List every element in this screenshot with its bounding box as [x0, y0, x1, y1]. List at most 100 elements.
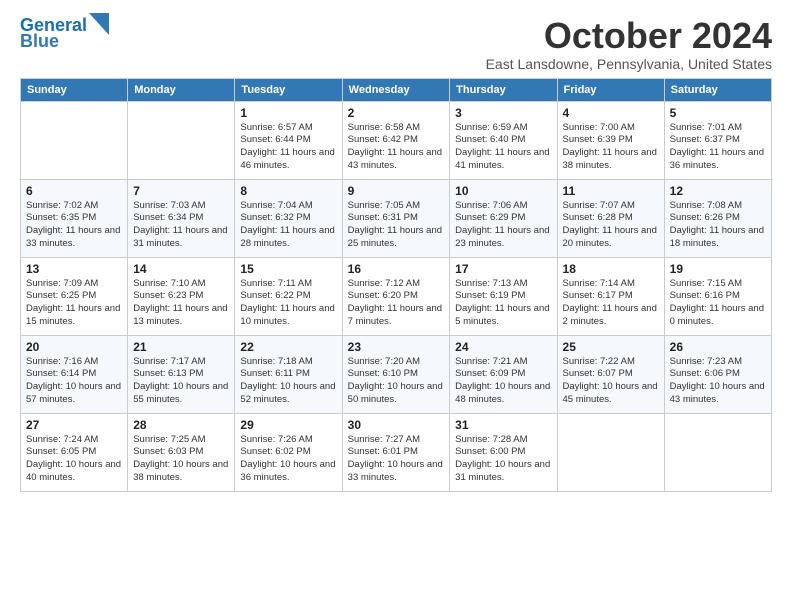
day-number: 30 [348, 418, 445, 432]
calendar-cell: 13Sunrise: 7:09 AMSunset: 6:25 PMDayligh… [21, 257, 128, 335]
day-number: 1 [240, 106, 336, 120]
header: General Blue October 2024 East Lansdowne… [20, 16, 772, 72]
day-info: Sunrise: 7:26 AMSunset: 6:02 PMDaylight:… [240, 434, 336, 485]
day-number: 4 [563, 106, 659, 120]
day-info: Sunrise: 7:25 AMSunset: 6:03 PMDaylight:… [133, 434, 229, 485]
day-number: 6 [26, 184, 122, 198]
calendar-cell: 30 Sunrise: 7:27 AMSunset: 6:01 PMDayligh… [342, 413, 450, 491]
header-thursday: Thursday [450, 78, 557, 101]
logo-blue: Blue [20, 32, 59, 52]
calendar-cell: 17 Sunrise: 7:13 AMSunset: 6:19 PMDayligh… [450, 257, 557, 335]
calendar-cell: 5 Sunrise: 7:01 AMSunset: 6:37 PMDaylight… [664, 101, 771, 179]
day-info: Sunrise: 7:16 AMSunset: 6:14 PMDaylight:… [26, 356, 122, 407]
day-info: Sunrise: 7:12 AMSunset: 6:20 PMDaylight:… [348, 278, 445, 329]
calendar-cell: 4Sunrise: 7:00 AMSunset: 6:39 PMDaylight… [557, 101, 664, 179]
calendar-header-row: Sunday Monday Tuesday Wednesday Thursday… [21, 78, 772, 101]
calendar-week-4: 27Sunrise: 7:24 AMSunset: 6:05 PMDayligh… [21, 413, 772, 491]
day-number: 18 [563, 262, 659, 276]
day-info: Sunrise: 7:03 AMSunset: 6:34 PMDaylight:… [133, 200, 229, 251]
header-monday: Monday [128, 78, 235, 101]
calendar-cell: 16 Sunrise: 7:12 AMSunset: 6:20 PMDayligh… [342, 257, 450, 335]
header-friday: Friday [557, 78, 664, 101]
calendar-cell: 20 Sunrise: 7:16 AMSunset: 6:14 PMDayligh… [21, 335, 128, 413]
day-info: Sunrise: 7:23 AMSunset: 6:06 PMDaylight:… [670, 356, 766, 407]
calendar-cell: 6 Sunrise: 7:02 AMSunset: 6:35 PMDaylight… [21, 179, 128, 257]
calendar-cell: 21 Sunrise: 7:17 AMSunset: 6:13 PMDayligh… [128, 335, 235, 413]
day-number: 9 [348, 184, 445, 198]
day-info: Sunrise: 7:17 AMSunset: 6:13 PMDaylight:… [133, 356, 229, 407]
day-number: 16 [348, 262, 445, 276]
day-number: 8 [240, 184, 336, 198]
day-number: 19 [670, 262, 766, 276]
calendar-week-2: 13Sunrise: 7:09 AMSunset: 6:25 PMDayligh… [21, 257, 772, 335]
logo: General Blue [20, 16, 109, 52]
day-info: Sunrise: 7:10 AMSunset: 6:23 PMDaylight:… [133, 278, 229, 329]
calendar-week-1: 6 Sunrise: 7:02 AMSunset: 6:35 PMDaylight… [21, 179, 772, 257]
day-number: 7 [133, 184, 229, 198]
day-info: Sunrise: 7:01 AMSunset: 6:37 PMDaylight:… [670, 122, 766, 173]
calendar-cell [557, 413, 664, 491]
calendar-cell: 1 Sunrise: 6:57 AMSunset: 6:44 PMDaylight… [235, 101, 342, 179]
day-info: Sunrise: 7:15 AMSunset: 6:16 PMDaylight:… [670, 278, 766, 329]
day-info: Sunrise: 7:06 AMSunset: 6:29 PMDaylight:… [455, 200, 551, 251]
day-info: Sunrise: 7:05 AMSunset: 6:31 PMDaylight:… [348, 200, 445, 251]
day-number: 21 [133, 340, 229, 354]
day-info: Sunrise: 7:21 AMSunset: 6:09 PMDaylight:… [455, 356, 551, 407]
day-info: Sunrise: 7:11 AMSunset: 6:22 PMDaylight:… [240, 278, 336, 329]
calendar-cell: 11Sunrise: 7:07 AMSunset: 6:28 PMDayligh… [557, 179, 664, 257]
day-number: 12 [670, 184, 766, 198]
calendar-cell: 25 Sunrise: 7:22 AMSunset: 6:07 PMDayligh… [557, 335, 664, 413]
day-number: 20 [26, 340, 122, 354]
calendar-cell: 9 Sunrise: 7:05 AMSunset: 6:31 PMDaylight… [342, 179, 450, 257]
calendar-cell: 24 Sunrise: 7:21 AMSunset: 6:09 PMDayligh… [450, 335, 557, 413]
day-number: 15 [240, 262, 336, 276]
day-info: Sunrise: 7:04 AMSunset: 6:32 PMDaylight:… [240, 200, 336, 251]
calendar-cell: 29 Sunrise: 7:26 AMSunset: 6:02 PMDayligh… [235, 413, 342, 491]
month-title: October 2024 [486, 16, 772, 56]
calendar-cell: 8 Sunrise: 7:04 AMSunset: 6:32 PMDaylight… [235, 179, 342, 257]
day-number: 3 [455, 106, 551, 120]
day-number: 10 [455, 184, 551, 198]
calendar-cell: 23 Sunrise: 7:20 AMSunset: 6:10 PMDayligh… [342, 335, 450, 413]
day-number: 25 [563, 340, 659, 354]
day-info: Sunrise: 7:20 AMSunset: 6:10 PMDaylight:… [348, 356, 445, 407]
day-number: 23 [348, 340, 445, 354]
calendar-cell [21, 101, 128, 179]
day-info: Sunrise: 7:27 AMSunset: 6:01 PMDaylight:… [348, 434, 445, 485]
day-number: 28 [133, 418, 229, 432]
calendar-cell [664, 413, 771, 491]
day-number: 29 [240, 418, 336, 432]
day-info: Sunrise: 6:58 AMSunset: 6:42 PMDaylight:… [348, 122, 445, 173]
location-title: East Lansdowne, Pennsylvania, United Sta… [486, 56, 772, 72]
header-tuesday: Tuesday [235, 78, 342, 101]
calendar-cell: 14Sunrise: 7:10 AMSunset: 6:23 PMDayligh… [128, 257, 235, 335]
day-number: 11 [563, 184, 659, 198]
day-number: 2 [348, 106, 445, 120]
day-info: Sunrise: 7:18 AMSunset: 6:11 PMDaylight:… [240, 356, 336, 407]
day-number: 22 [240, 340, 336, 354]
day-info: Sunrise: 7:13 AMSunset: 6:19 PMDaylight:… [455, 278, 551, 329]
calendar-cell: 26 Sunrise: 7:23 AMSunset: 6:06 PMDayligh… [664, 335, 771, 413]
calendar-week-0: 1 Sunrise: 6:57 AMSunset: 6:44 PMDaylight… [21, 101, 772, 179]
calendar-cell: 2 Sunrise: 6:58 AMSunset: 6:42 PMDaylight… [342, 101, 450, 179]
calendar-cell: 18Sunrise: 7:14 AMSunset: 6:17 PMDayligh… [557, 257, 664, 335]
day-number: 26 [670, 340, 766, 354]
day-number: 5 [670, 106, 766, 120]
day-info: Sunrise: 7:22 AMSunset: 6:07 PMDaylight:… [563, 356, 659, 407]
calendar-cell: 19 Sunrise: 7:15 AMSunset: 6:16 PMDayligh… [664, 257, 771, 335]
day-number: 13 [26, 262, 122, 276]
calendar-cell: 12Sunrise: 7:08 AMSunset: 6:26 PMDayligh… [664, 179, 771, 257]
page: General Blue October 2024 East Lansdowne… [0, 0, 792, 612]
logo-icon [89, 13, 109, 35]
calendar-cell: 28 Sunrise: 7:25 AMSunset: 6:03 PMDayligh… [128, 413, 235, 491]
day-info: Sunrise: 6:57 AMSunset: 6:44 PMDaylight:… [240, 122, 336, 173]
day-info: Sunrise: 7:02 AMSunset: 6:35 PMDaylight:… [26, 200, 122, 251]
day-number: 27 [26, 418, 122, 432]
calendar-cell: 27Sunrise: 7:24 AMSunset: 6:05 PMDayligh… [21, 413, 128, 491]
calendar-cell: 15 Sunrise: 7:11 AMSunset: 6:22 PMDayligh… [235, 257, 342, 335]
day-number: 17 [455, 262, 551, 276]
calendar-cell: 22 Sunrise: 7:18 AMSunset: 6:11 PMDayligh… [235, 335, 342, 413]
day-number: 24 [455, 340, 551, 354]
title-area: October 2024 East Lansdowne, Pennsylvani… [486, 16, 772, 72]
calendar-cell: 3Sunrise: 6:59 AMSunset: 6:40 PMDaylight… [450, 101, 557, 179]
